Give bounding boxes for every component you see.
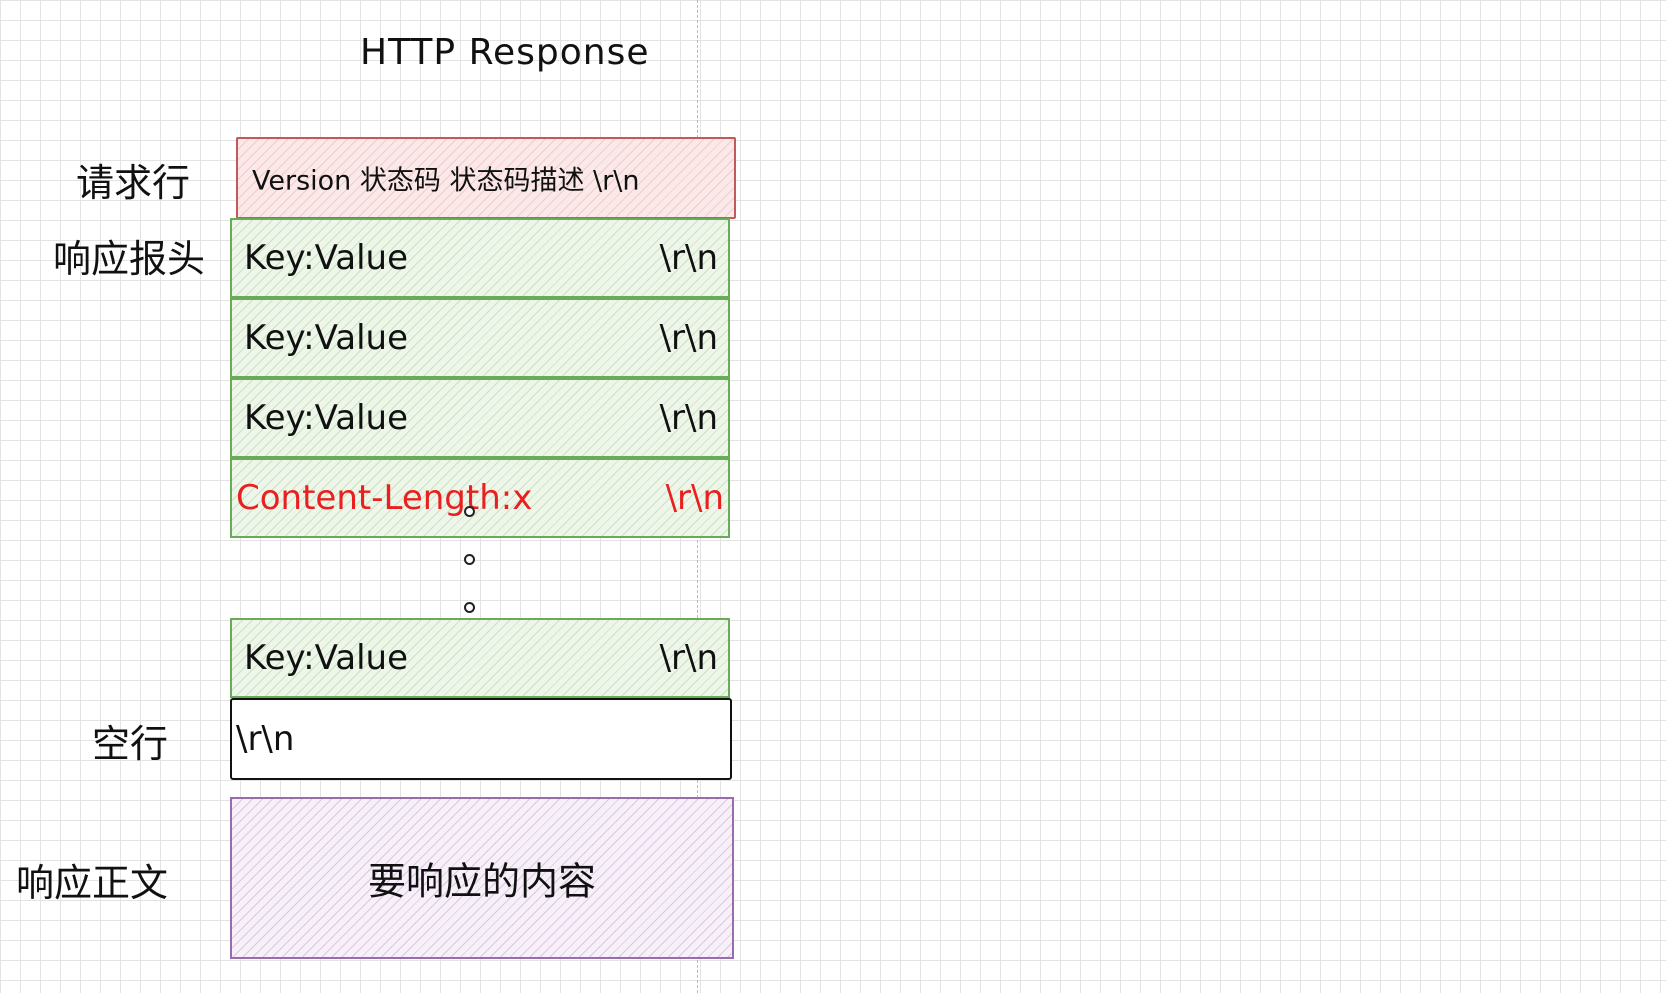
body-box: 要响应的内容 xyxy=(230,797,734,959)
blank-line-crlf: \r\n xyxy=(236,719,295,759)
label-body: 响应正文 xyxy=(16,861,169,905)
content-length-crlf: \r\n xyxy=(665,478,724,518)
ellipsis-dot xyxy=(464,554,475,565)
header-crlf: \r\n xyxy=(659,638,718,678)
status-line-text: Version 状态码 状态码描述 \r\n xyxy=(252,165,640,197)
label-request-line: 请求行 xyxy=(76,161,191,205)
label-blank-line: 空行 xyxy=(92,722,169,766)
header-key-value: Key:Value xyxy=(244,238,408,278)
header-row: Key:Value \r\n xyxy=(230,378,730,458)
header-key-value: Key:Value xyxy=(244,638,408,678)
ellipsis-dot xyxy=(464,602,475,613)
blank-line-box: \r\n xyxy=(230,698,732,780)
header-crlf: \r\n xyxy=(659,238,718,278)
ellipsis-dot xyxy=(464,506,475,517)
header-row: Key:Value \r\n xyxy=(230,618,730,698)
label-headers: 响应报头 xyxy=(53,237,206,281)
diagram-title: HTTP Response xyxy=(360,32,650,73)
header-crlf: \r\n xyxy=(659,318,718,358)
header-crlf: \r\n xyxy=(659,398,718,438)
header-row: Key:Value \r\n xyxy=(230,298,730,378)
content-length-text: Content-Length:x xyxy=(236,478,533,518)
header-row-content-length: Content-Length:x \r\n xyxy=(230,458,730,538)
status-line-box: Version 状态码 状态码描述 \r\n xyxy=(236,137,736,219)
header-key-value: Key:Value xyxy=(244,318,408,358)
header-key-value: Key:Value xyxy=(244,398,408,438)
body-text: 要响应的内容 xyxy=(367,859,596,904)
header-row: Key:Value \r\n xyxy=(230,218,730,298)
